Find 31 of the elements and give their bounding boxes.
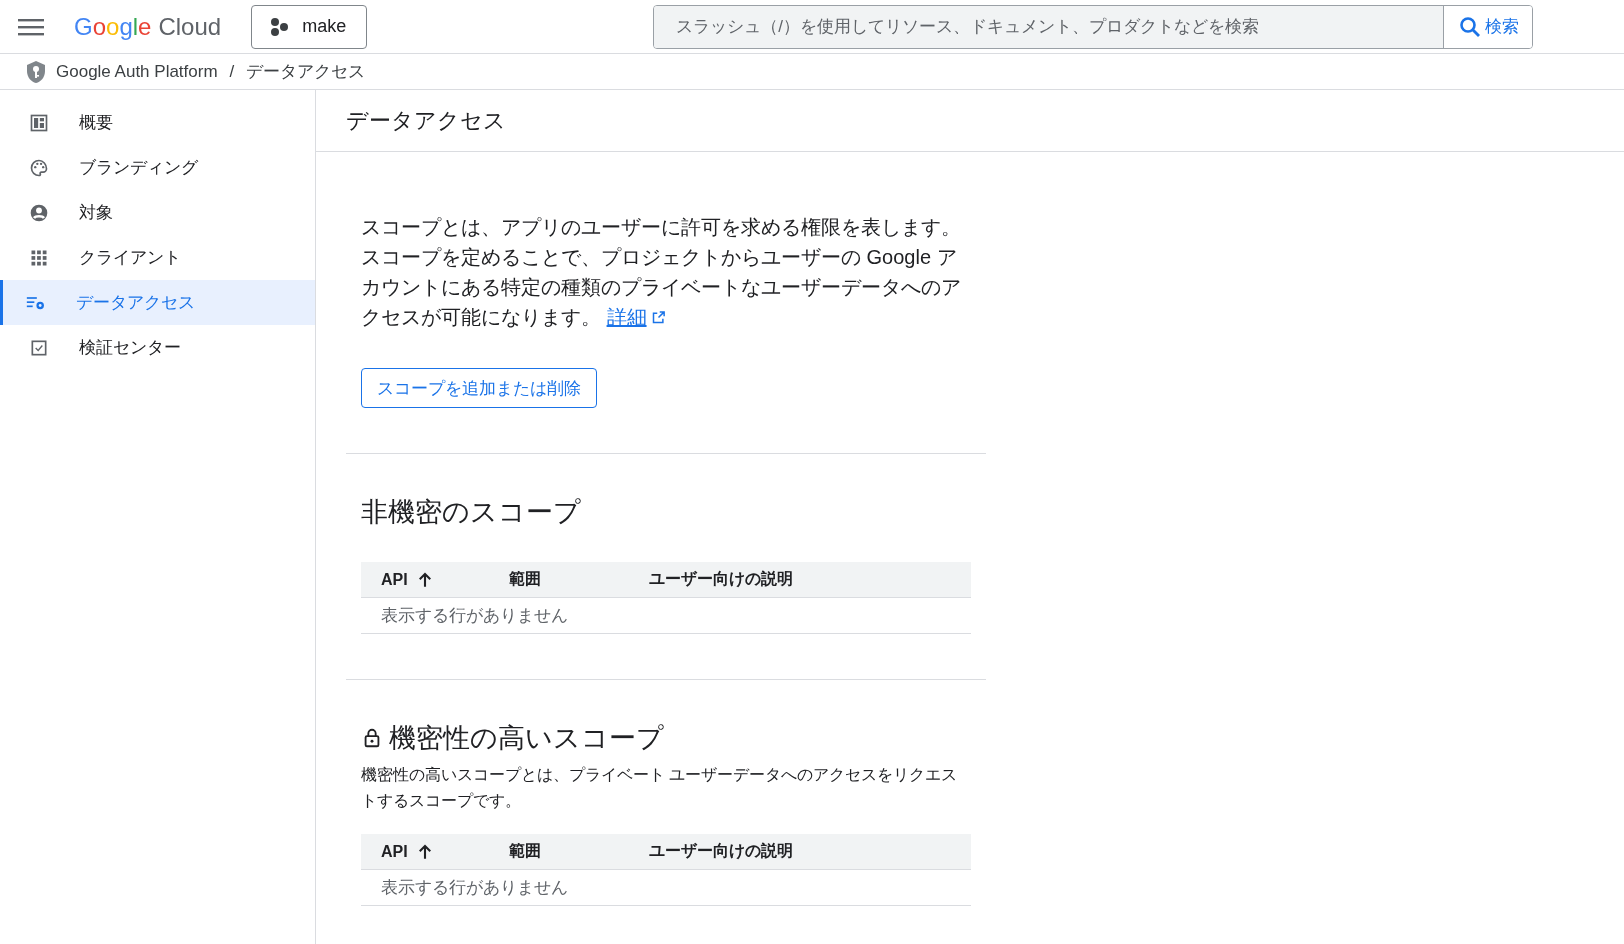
sidebar-item[interactable]: 概要 [0, 100, 315, 145]
sidebar-item[interactable]: データアクセス [0, 280, 315, 325]
breadcrumb-current: データアクセス [246, 61, 366, 83]
breadcrumb-link[interactable]: Google Auth Platform [56, 61, 218, 82]
project-picker[interactable]: make [251, 4, 368, 49]
section-description: 機密性の高いスコープとは、プライベート ユーザーデータへのアクセスをリクエストするスコープです。 [361, 765, 959, 811]
add-remove-scopes-button[interactable]: スコープを追加または削除 [361, 368, 597, 408]
dashboard-icon [29, 112, 49, 133]
column-header[interactable]: API [361, 570, 489, 589]
empty-table-message: 表示する行がありません [361, 598, 971, 634]
intro-text: スコープとは、アプリのユーザーに許可を求める権限を表します。スコープを定めることで、プロジェクトからユーザーの Google アカウントにある特定の種類のプライベートなユーザーデータへのアクセスが可能になります。 詳細 [361, 215, 962, 330]
column-header[interactable]: ユーザー向けの説明 [629, 841, 793, 862]
column-header[interactable]: API [361, 842, 489, 861]
breadcrumb-separator: / [229, 61, 235, 82]
menu-button[interactable] [18, 17, 44, 36]
column-header[interactable]: 範囲 [489, 841, 629, 862]
page-title: データアクセス [316, 90, 1624, 152]
sidebar-item[interactable]: ブランディング [0, 145, 315, 190]
google-cloud-logo[interactable]: Google Cloud [74, 12, 222, 41]
section-title: 非機密のスコープ [361, 496, 581, 529]
external-link-icon [650, 310, 666, 325]
column-header[interactable]: 範囲 [489, 569, 629, 590]
palette-icon [29, 157, 49, 178]
sidebar-item[interactable]: クライアント [0, 235, 315, 280]
account-circle-icon [29, 202, 49, 223]
column-header[interactable]: ユーザー向けの説明 [629, 569, 793, 590]
empty-table-message: 表示する行がありません [361, 870, 971, 906]
section-title: 機密性の高いスコープ [389, 722, 664, 755]
sidebar-item[interactable]: 対象 [0, 190, 315, 235]
sidebar-item[interactable]: 検証センター [0, 325, 315, 370]
details-link[interactable]: 詳細 [606, 306, 647, 328]
